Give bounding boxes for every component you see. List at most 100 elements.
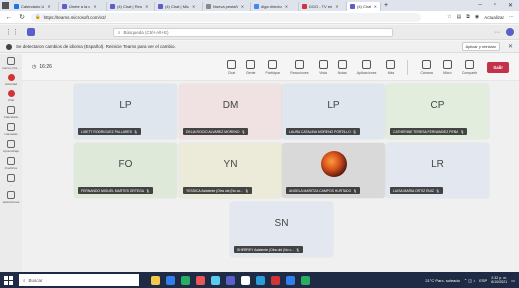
participant-initials: SN [274, 217, 289, 229]
participant-initials: LP [327, 99, 340, 111]
meeting-tool-7[interactable]: Más [386, 59, 396, 75]
participant-tile[interactable]: SN SHERREY Asistente (Otra ubi (No c... 🎙 [230, 202, 333, 257]
rail-item[interactable]: OneDrive [0, 157, 22, 170]
lock-icon: 🔒 [35, 14, 41, 19]
notifications-icon[interactable]: ▭ [511, 278, 515, 283]
learning-icon [7, 140, 15, 148]
tray-icons[interactable]: ⌃ ◫ ♪ [464, 278, 475, 283]
taskbar-app-icon[interactable] [166, 275, 175, 285]
tab-favicon-icon [14, 4, 19, 9]
meeting-tool-5[interactable]: Notas [338, 59, 347, 75]
profile-icon[interactable]: ◉ [475, 14, 479, 20]
taskbar-app-icon[interactable] [151, 275, 160, 285]
tab-close-icon[interactable]: ✕ [335, 4, 338, 9]
extensions-icon[interactable]: ⧉ [466, 14, 470, 20]
taskbar-app-icon[interactable] [181, 275, 190, 285]
taskbar-app-icon[interactable] [241, 275, 250, 285]
rail-item[interactable]: ... [0, 174, 22, 187]
participant-initials: LP [119, 99, 132, 111]
taskbar-app-icon[interactable] [211, 275, 220, 285]
rail-item[interactable]: Aplicaciones [0, 191, 22, 204]
browser-tab[interactable]: diga directo ✕ [251, 2, 299, 11]
browser-tab[interactable]: Únete a la c ✕ [59, 2, 107, 11]
meeting-tool-6[interactable]: Aplicaciones [357, 59, 376, 75]
browser-menu-icon[interactable]: ⋯ [509, 14, 514, 20]
taskbar-app-icon[interactable] [271, 275, 280, 285]
participant-tile[interactable]: FO FERNANDO MIGUEL MARTES ORTEGA 🎙 [74, 143, 177, 198]
meeting-tool-3[interactable]: Reacciones [290, 59, 309, 75]
meeting-tool-2[interactable]: Participar [266, 59, 280, 75]
browser-tab[interactable]: Calendario U ✕ [11, 2, 59, 11]
leave-button[interactable]: Salir [487, 61, 509, 73]
meeting-tool-4[interactable]: Vista [318, 59, 328, 75]
rail-item[interactable]: Llamadas [0, 123, 22, 136]
tab-close-icon[interactable]: ✕ [374, 4, 377, 9]
taskbar-app-icon[interactable] [196, 275, 205, 285]
participant-tile[interactable]: DM DELIA ROCIO ALVAREZ MORENO 🎙 [179, 84, 282, 139]
rail-item[interactable]: Aprendizaje [0, 140, 22, 153]
participant-tile[interactable]: LR LUISA MARIA ORTIZ RUIZ 🎙 [386, 143, 489, 198]
tab-close-icon[interactable]: ✕ [47, 4, 50, 9]
collections-icon[interactable]: ▤ [457, 14, 462, 20]
apply-restart-button[interactable]: Aplicar y reiniciar [461, 42, 500, 51]
calendar-icon [7, 106, 15, 114]
minimize-icon[interactable]: – [478, 2, 481, 9]
tab-label: (4) Chat | Mic [165, 4, 189, 9]
back-icon[interactable]: ← [5, 14, 13, 21]
more-options-icon[interactable]: ⋯ [494, 29, 500, 36]
participant-tile[interactable]: ANGELA MARITZA CAMPOS HURTADO 🎙 [282, 143, 385, 198]
meeting-tool-9[interactable]: Micro [442, 59, 452, 75]
participant-tile[interactable]: LP LAURA CATALINA MORENO PORTILLO 🎙 [282, 84, 385, 139]
reload-icon[interactable]: ↻ [18, 13, 26, 21]
taskbar-app-icon[interactable] [226, 275, 235, 285]
toolbar-separator [407, 59, 409, 75]
muted-mic-icon: 🎙 [241, 129, 246, 134]
meeting-tool-1[interactable]: Gente [246, 59, 256, 75]
url-field[interactable]: 🔒 https://teams.microsoft.com/v2/ [31, 12, 421, 22]
avatar[interactable] [506, 28, 514, 36]
update-button[interactable]: Actualizar [484, 15, 504, 20]
app-launcher-icon[interactable]: ⋮⋮ [5, 28, 19, 36]
browser-tab[interactable]: DGO - TV en ✕ [299, 2, 347, 11]
rail-item-label: Actividad [4, 82, 18, 86]
meeting-tool-0[interactable]: Chat [226, 59, 236, 75]
taskbar-app-icon[interactable] [301, 275, 310, 285]
meeting-stage: ‹ 1/2 › LPLISETT RODRIGUEZ PALLARES🎙DMDE… [22, 81, 519, 272]
browser-tab[interactable]: (4) Chat | Reu ✕ [107, 2, 155, 11]
participant-tile[interactable]: YN YESSICA Asistente (Otra ubi (No co... 🎙 [179, 143, 282, 198]
tab-close-icon[interactable]: ✕ [241, 4, 244, 9]
language-indicator[interactable]: ESP [479, 278, 487, 283]
weather-text[interactable]: 21°C Parc. soleado [425, 278, 460, 283]
rail-item[interactable]: Calendario [0, 106, 22, 119]
participant-tile[interactable]: LP LISETT RODRIGUEZ PALLARES 🎙 [74, 84, 177, 139]
taskbar-app-icon[interactable] [286, 275, 295, 285]
meeting-tool-10[interactable]: Compartir [462, 59, 477, 75]
muted-mic-icon: 🎙 [296, 247, 300, 252]
start-button[interactable] [4, 275, 13, 285]
window-menu-icon[interactable] [0, 0, 11, 11]
tab-close-icon[interactable]: ✕ [93, 4, 96, 9]
participant-tile[interactable]: CP CATHERINE TERESA FERNANDEZ PEÑA 🎙 [386, 84, 489, 139]
tab-close-icon[interactable]: ✕ [285, 4, 288, 9]
meeting-tool-icon [294, 59, 304, 69]
taskbar-app-icon[interactable] [256, 275, 265, 285]
maximize-icon[interactable]: ▫ [494, 2, 496, 9]
tab-close-icon[interactable]: ✕ [192, 4, 195, 9]
new-tab-button[interactable]: + [384, 2, 388, 9]
participant-photo [320, 151, 347, 177]
close-icon[interactable]: ✕ [508, 43, 513, 50]
tab-close-icon[interactable]: ✕ [145, 4, 148, 9]
rail-item[interactable]: Actividad [0, 74, 22, 86]
clock[interactable]: 2:32 p. m. 6/10/2021 [491, 276, 507, 285]
browser-tab[interactable]: (4) Chat ✕ [347, 2, 381, 11]
rail-item[interactable]: Carreo (Vis... [0, 57, 22, 70]
browser-tab[interactable]: Nueva pestañ ✕ [203, 2, 251, 11]
browser-tab[interactable]: (4) Chat | Mic ✕ [155, 2, 203, 11]
favorites-icon[interactable]: ☆ [447, 14, 451, 20]
taskbar-search-input[interactable]: ⌕ Buscar [19, 274, 139, 286]
teams-search-input[interactable]: ⌕ Búsqueda (Ctrl+Alt+E) [113, 27, 393, 37]
window-controls: – ▫ ✕ [478, 2, 519, 9]
close-window-icon[interactable]: ✕ [508, 2, 513, 9]
meeting-tool-8[interactable]: Cámara [420, 59, 433, 75]
rail-item[interactable]: Chat [0, 90, 22, 102]
